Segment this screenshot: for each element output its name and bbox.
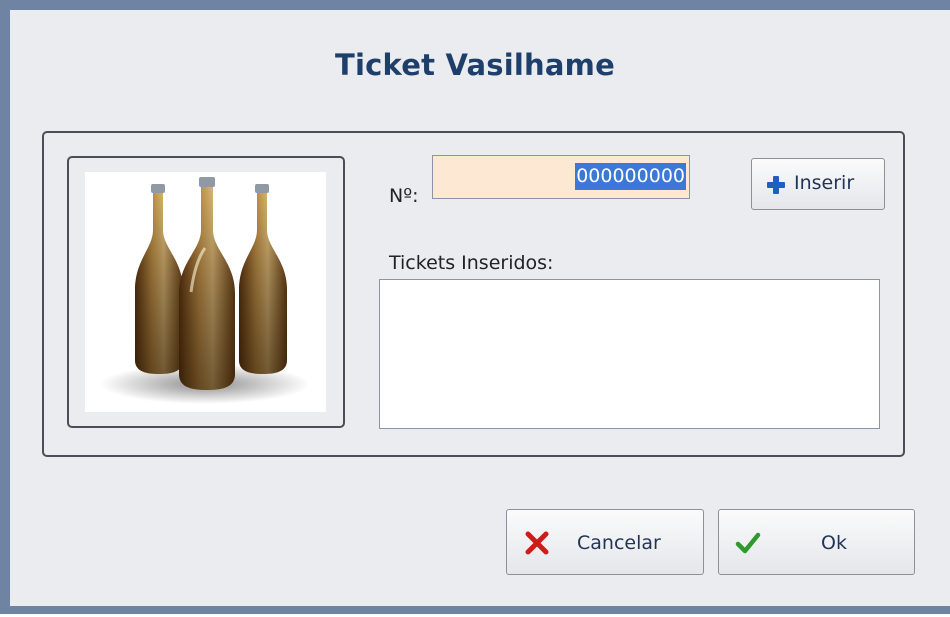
ticket-number-value: 000000000 bbox=[575, 163, 686, 190]
number-label: Nº: bbox=[389, 185, 419, 207]
insert-button[interactable]: Inserir bbox=[751, 158, 885, 210]
tickets-list[interactable] bbox=[379, 279, 880, 429]
cancel-button[interactable]: Cancelar bbox=[506, 509, 704, 575]
ok-button-label: Ok bbox=[821, 532, 847, 554]
ticket-number-input[interactable]: 000000000 bbox=[432, 155, 690, 199]
insert-button-label: Inserir bbox=[794, 172, 855, 194]
bottle-right bbox=[239, 184, 287, 374]
tickets-list-label: Tickets Inseridos: bbox=[389, 252, 554, 274]
check-icon bbox=[735, 531, 761, 560]
ok-button[interactable]: Ok bbox=[718, 509, 915, 575]
beer-bottles-image bbox=[85, 172, 326, 412]
x-icon bbox=[525, 531, 549, 560]
plus-icon bbox=[766, 175, 786, 200]
cancel-button-label: Cancelar bbox=[577, 532, 661, 554]
dialog-title: Ticket Vasilhame bbox=[335, 48, 615, 82]
bottle-left bbox=[135, 184, 183, 374]
bottle-middle bbox=[179, 177, 235, 390]
